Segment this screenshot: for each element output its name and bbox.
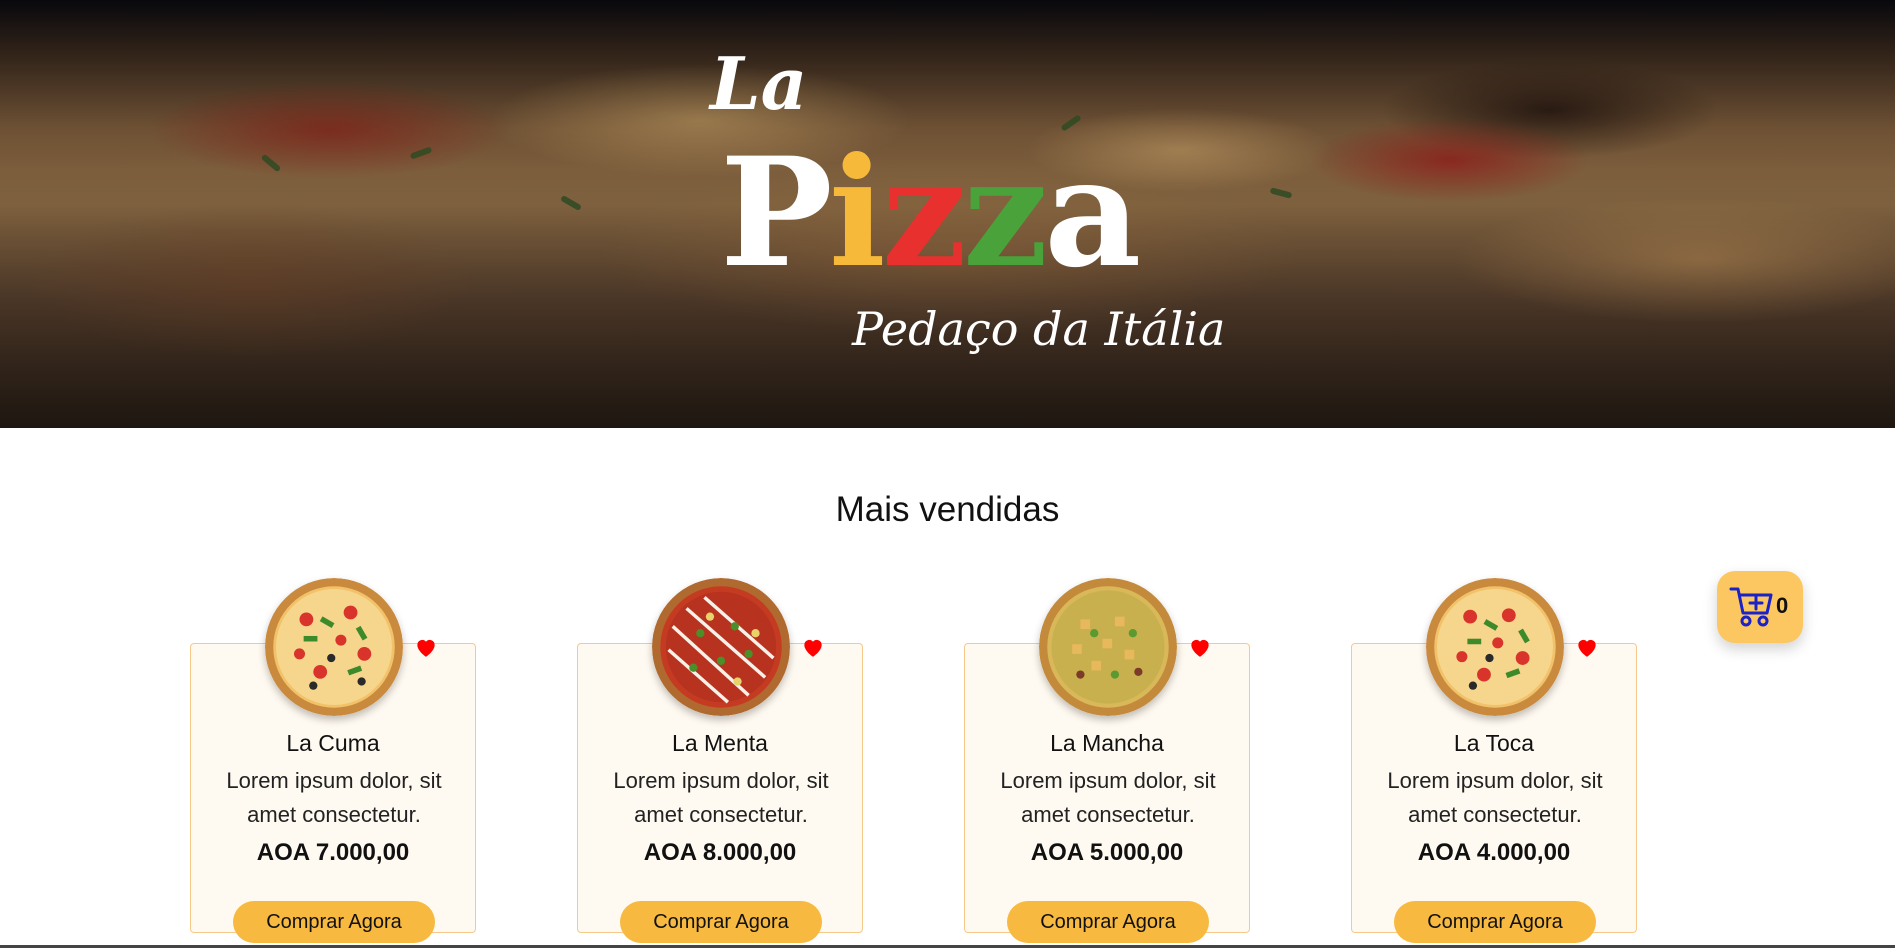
product-description: Lorem ipsum dolor, sit amet consectetur. xyxy=(226,768,442,827)
pizza-image xyxy=(265,578,403,716)
cart-count-badge: 0 xyxy=(1776,593,1789,618)
product-price: AOA 5.000,00 xyxy=(1030,839,1184,866)
logo-tagline: Pedaço da Itália xyxy=(852,302,1226,356)
favorite-heart-icon[interactable] xyxy=(800,634,826,660)
buy-now-button[interactable]: Comprar Agora xyxy=(620,901,822,943)
product-price: AOA 8.000,00 xyxy=(643,839,797,866)
product-card: La Cuma Lorem ipsum dolor, sit amet cons… xyxy=(190,578,476,943)
logo-letter-a: a xyxy=(1044,125,1141,301)
logo-la-text: La xyxy=(710,41,808,126)
pizza-image xyxy=(1039,578,1177,716)
logo-letter-z1: z xyxy=(881,125,967,301)
logo-letter-p: P xyxy=(720,125,833,301)
product-price: AOA 7.000,00 xyxy=(256,839,410,866)
product-card: La Toca Lorem ipsum dolor, sit amet cons… xyxy=(1351,578,1637,943)
cart-button[interactable]: 0 xyxy=(1717,571,1803,643)
logo-letter-i: i xyxy=(828,125,886,301)
product-description: Lorem ipsum dolor, sit amet consectetur. xyxy=(613,768,829,827)
cart-add-icon xyxy=(1729,587,1773,627)
product-name: La Toca xyxy=(1453,730,1535,756)
pizza-image xyxy=(1426,578,1564,716)
product-description: Lorem ipsum dolor, sit amet consectetur. xyxy=(1000,768,1216,827)
buy-now-button[interactable]: Comprar Agora xyxy=(1394,901,1596,943)
hero-banner: La Pizza Pedaço da Itália xyxy=(0,0,1895,428)
favorite-heart-icon[interactable] xyxy=(413,634,439,660)
buy-now-button[interactable]: Comprar Agora xyxy=(233,901,435,943)
product-card: La Menta Lorem ipsum dolor, sit amet con… xyxy=(577,578,863,943)
favorite-heart-icon[interactable] xyxy=(1574,634,1600,660)
logo-pizza-text: Pizza xyxy=(720,125,1141,301)
product-description: Lorem ipsum dolor, sit amet consectetur. xyxy=(1387,768,1603,827)
product-name: La Cuma xyxy=(286,730,380,756)
section-title: Mais vendidas xyxy=(835,490,1060,529)
logo-letter-z2: z xyxy=(962,125,1048,301)
product-name: La Menta xyxy=(672,730,768,756)
brand-logo: La Pizza Pedaço da Itália xyxy=(700,40,1225,380)
pizza-image xyxy=(652,578,790,716)
product-card: La Mancha Lorem ipsum dolor, sit amet co… xyxy=(964,578,1250,943)
buy-now-button[interactable]: Comprar Agora xyxy=(1007,901,1209,943)
favorite-heart-icon[interactable] xyxy=(1187,634,1213,660)
product-price: AOA 4.000,00 xyxy=(1417,839,1571,866)
product-name: La Mancha xyxy=(1050,730,1164,756)
